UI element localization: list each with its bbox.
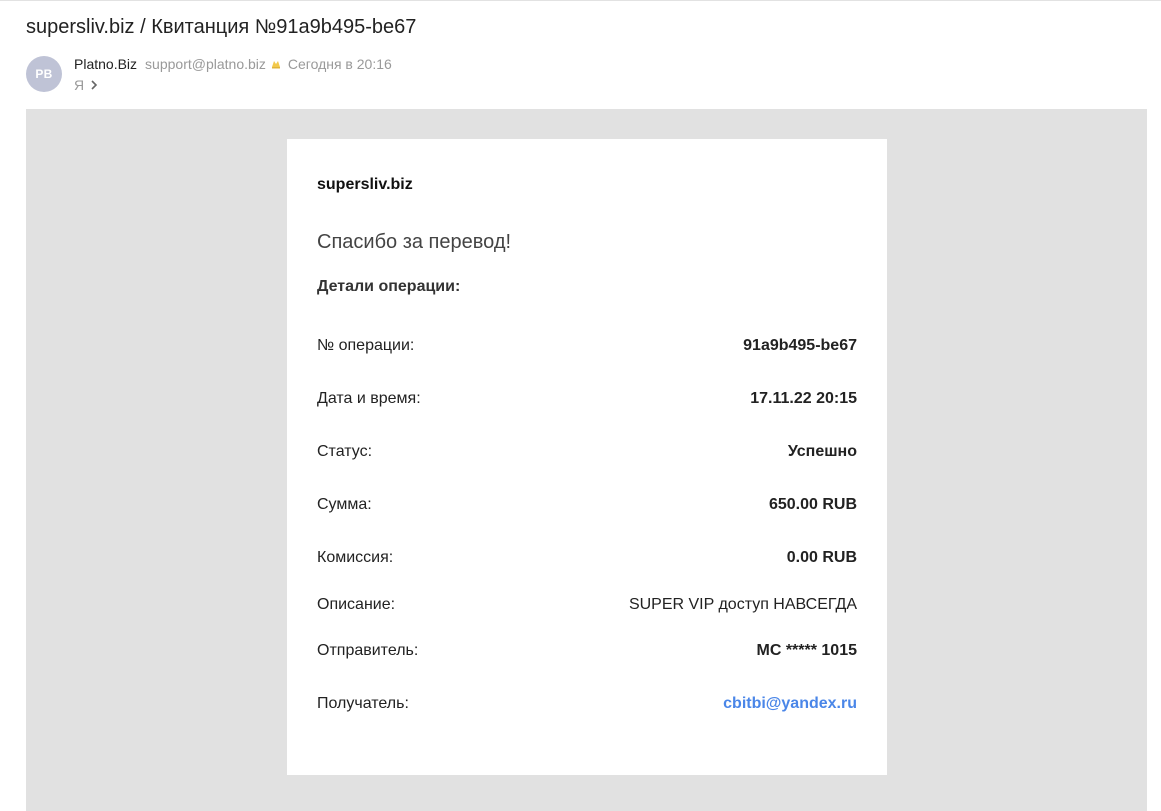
email-subject: supersliv.biz / Квитанция №91a9b495-be67 bbox=[26, 16, 417, 38]
detail-value: 650.00 RUB bbox=[768, 496, 857, 513]
detail-row-description: Описание: SUPER VIP доступ НАВСЕГДА bbox=[317, 594, 857, 616]
detail-value: 91a9b495-be67 bbox=[743, 337, 857, 354]
receipt-brand: supersliv.biz bbox=[317, 176, 413, 193]
verified-badge-icon[interactable] bbox=[270, 58, 282, 70]
detail-label: Дата и время: bbox=[317, 390, 421, 407]
chevron-right-icon[interactable] bbox=[90, 80, 98, 90]
detail-row-recipient: Получатель: cbitbi@yandex.ru bbox=[317, 693, 857, 715]
receipt-thanks: Спасибо за перевод! bbox=[317, 231, 512, 253]
detail-label: № операции: bbox=[317, 337, 415, 354]
sender-name[interactable]: Platno.Biz bbox=[74, 56, 137, 72]
recipient-line[interactable]: Я bbox=[74, 76, 392, 94]
detail-row-datetime: Дата и время: 17.11.22 20:15 bbox=[317, 388, 857, 410]
sender-header: PB Platno.Biz support@platno.biz Сегодня… bbox=[26, 55, 392, 95]
sender-info: Platno.Biz support@platno.biz Сегодня в … bbox=[74, 55, 392, 94]
detail-label: Отправитель: bbox=[317, 642, 419, 659]
sender-avatar[interactable]: PB bbox=[26, 56, 62, 92]
detail-value: 17.11.22 20:15 bbox=[750, 390, 857, 407]
detail-label: Комиссия: bbox=[317, 549, 394, 566]
receipt-card: supersliv.biz Спасибо за перевод! Детали… bbox=[287, 139, 887, 775]
recipient-email-link[interactable]: cbitbi@yandex.ru bbox=[723, 695, 857, 713]
detail-value: SUPER VIP доступ НАВСЕГДА bbox=[628, 596, 857, 613]
detail-row-amount: Сумма: 650.00 RUB bbox=[317, 494, 857, 516]
sender-email[interactable]: support@platno.biz bbox=[145, 56, 266, 72]
detail-label: Сумма: bbox=[317, 496, 372, 513]
sent-time: Сегодня в 20:16 bbox=[287, 56, 392, 72]
sender-line: Platno.Biz support@platno.biz Сегодня в … bbox=[74, 55, 392, 73]
email-body: supersliv.biz Спасибо за перевод! Детали… bbox=[26, 109, 1147, 811]
recipient-label[interactable]: Я bbox=[74, 77, 84, 93]
detail-row-operation: № операции: 91a9b495-be67 bbox=[317, 335, 857, 357]
detail-value: MC ***** 1015 bbox=[756, 642, 858, 659]
detail-label: Описание: bbox=[317, 596, 396, 613]
detail-row-sender: Отправитель: MC ***** 1015 bbox=[317, 640, 857, 662]
top-divider bbox=[0, 0, 1161, 1]
detail-row-status: Статус: Успешно bbox=[317, 441, 857, 463]
detail-label: Получатель: bbox=[317, 695, 409, 712]
detail-value: 0.00 RUB bbox=[786, 549, 857, 566]
detail-row-commission: Комиссия: 0.00 RUB bbox=[317, 547, 857, 569]
detail-label: Статус: bbox=[317, 443, 373, 460]
details-title: Детали операции: bbox=[317, 278, 461, 295]
detail-value: Успешно bbox=[787, 443, 857, 460]
